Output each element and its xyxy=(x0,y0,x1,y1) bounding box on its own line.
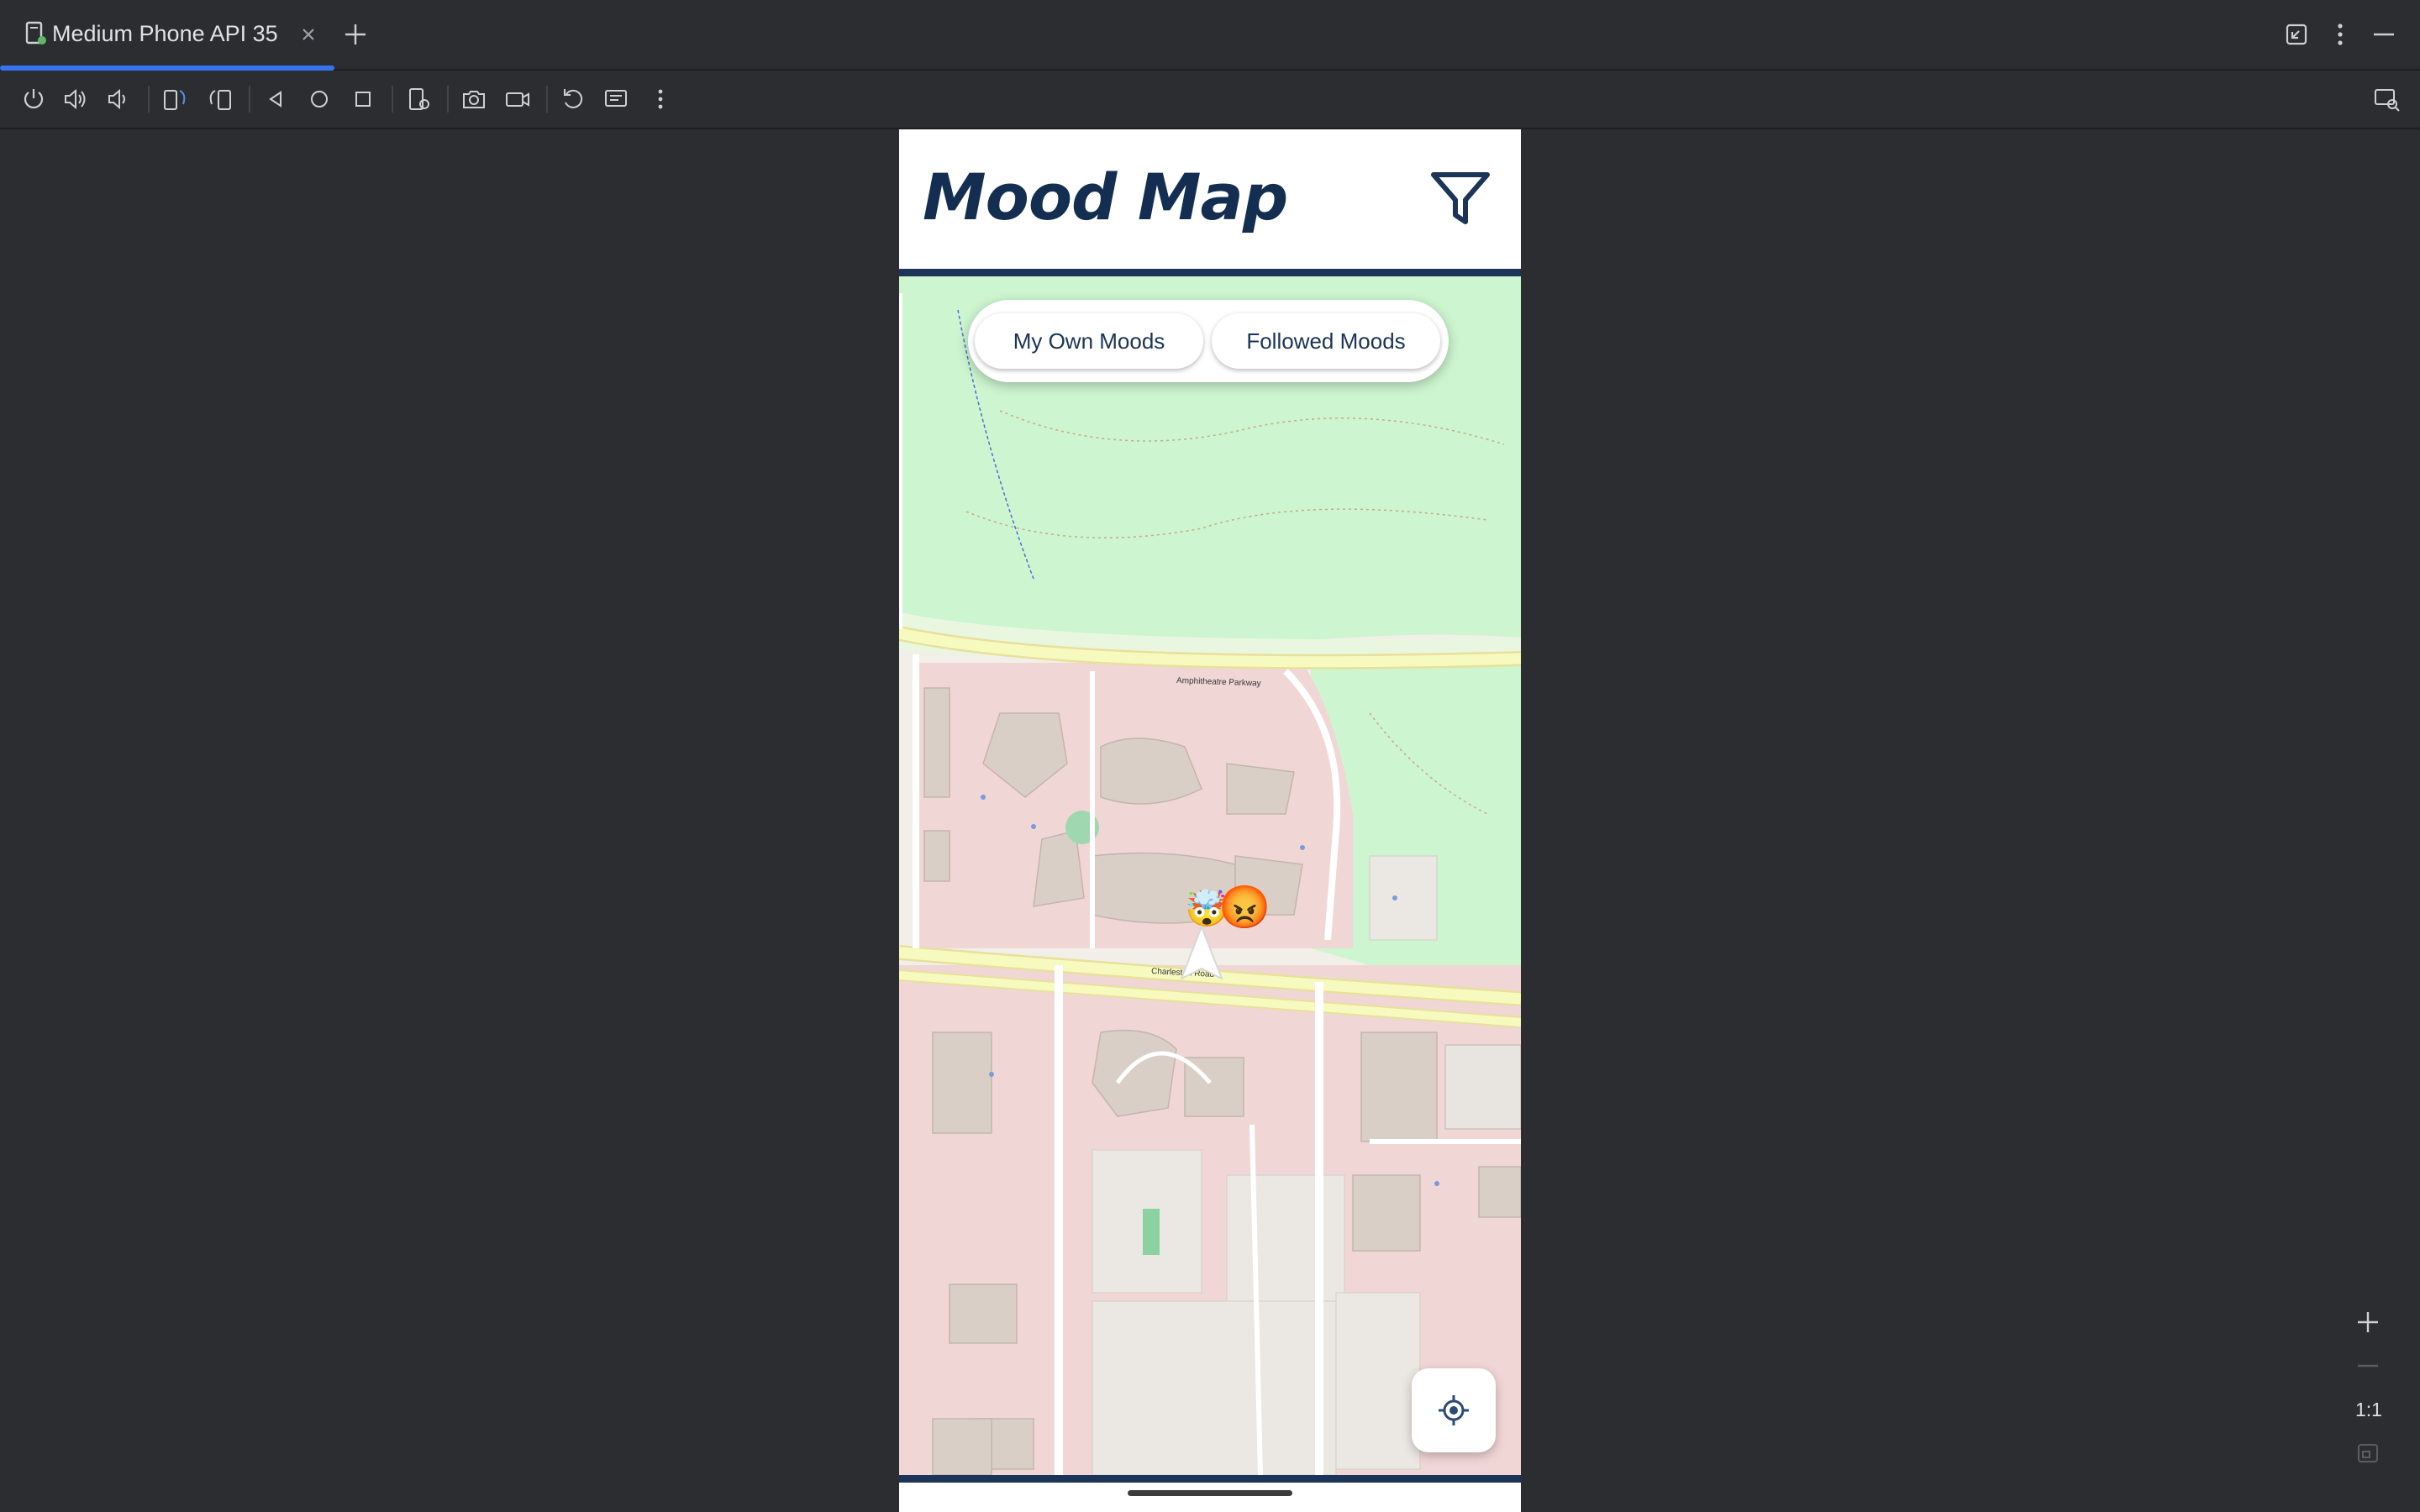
user-location-arrow-icon xyxy=(1180,924,1223,981)
rotate-left-icon[interactable] xyxy=(160,84,190,114)
app-header: Mood Map xyxy=(899,129,1521,269)
camera-icon[interactable] xyxy=(459,84,489,114)
back-icon[interactable] xyxy=(260,84,291,114)
page-title: Mood Map xyxy=(923,160,1288,234)
my-own-moods-button[interactable]: My Own Moods xyxy=(975,313,1203,369)
map-view[interactable]: Amphitheatre Parkway Charleston Road My … xyxy=(899,276,1521,1475)
mood-filter-toggle: My Own Moods Followed Moods xyxy=(968,300,1449,382)
my-location-icon xyxy=(1439,1395,1469,1425)
tab-device[interactable]: Medium Phone API 35 xyxy=(0,0,334,71)
more-vert-icon[interactable] xyxy=(2326,20,2354,49)
zoom-controls xyxy=(2344,1297,2391,1482)
add-tab-icon[interactable] xyxy=(341,20,370,49)
minimize-window-icon[interactable] xyxy=(2370,20,2398,49)
filter-icon[interactable] xyxy=(1427,165,1494,232)
device-icon xyxy=(25,21,46,45)
tab-title: Medium Phone API 35 xyxy=(52,21,278,46)
toolbar-separator xyxy=(447,86,449,113)
zoom-out-icon[interactable] xyxy=(2349,1347,2386,1384)
header-divider xyxy=(899,269,1521,276)
toolbar-separator xyxy=(249,86,250,113)
phone-screen: Mood Map Amphitheatre Parkway Charleston… xyxy=(899,129,1521,1512)
record-icon[interactable] xyxy=(502,84,533,114)
mood-marker[interactable]: 😡 xyxy=(1218,886,1270,928)
more-icon[interactable] xyxy=(645,84,676,114)
toolbar-separator xyxy=(546,86,548,113)
bottom-navigation xyxy=(899,1483,1521,1512)
emulator-toolbar xyxy=(0,71,2420,129)
close-icon[interactable] xyxy=(297,24,319,45)
zoom-in-icon[interactable] xyxy=(2349,1304,2386,1341)
volume-down-icon[interactable] xyxy=(103,84,133,114)
hide-icon[interactable] xyxy=(2282,20,2311,49)
reset-icon[interactable] xyxy=(558,84,588,114)
overview-icon[interactable] xyxy=(348,84,378,114)
zoom-level-label[interactable]: 1:1 xyxy=(2349,1399,2388,1421)
toolbar-separator xyxy=(148,86,150,113)
snapshot-icon[interactable] xyxy=(602,84,632,114)
home-icon[interactable] xyxy=(304,84,334,114)
inspect-icon[interactable] xyxy=(2371,84,2402,114)
followed-moods-button[interactable]: Followed Moods xyxy=(1212,313,1440,369)
volume-up-icon[interactable] xyxy=(60,84,91,114)
toolbar-separator xyxy=(392,86,393,113)
fit-screen-icon[interactable] xyxy=(2349,1435,2386,1472)
rotate-right-icon[interactable] xyxy=(205,84,235,114)
power-icon[interactable] xyxy=(18,84,49,114)
title-bar: Medium Phone API 35 xyxy=(0,0,2420,71)
footer-divider xyxy=(899,1475,1521,1483)
device-settings-icon[interactable] xyxy=(403,84,434,114)
map-tiles: Amphitheatre Parkway Charleston Road xyxy=(899,276,1521,1475)
gesture-handle[interactable] xyxy=(1128,1490,1292,1496)
my-location-button[interactable] xyxy=(1412,1368,1496,1452)
